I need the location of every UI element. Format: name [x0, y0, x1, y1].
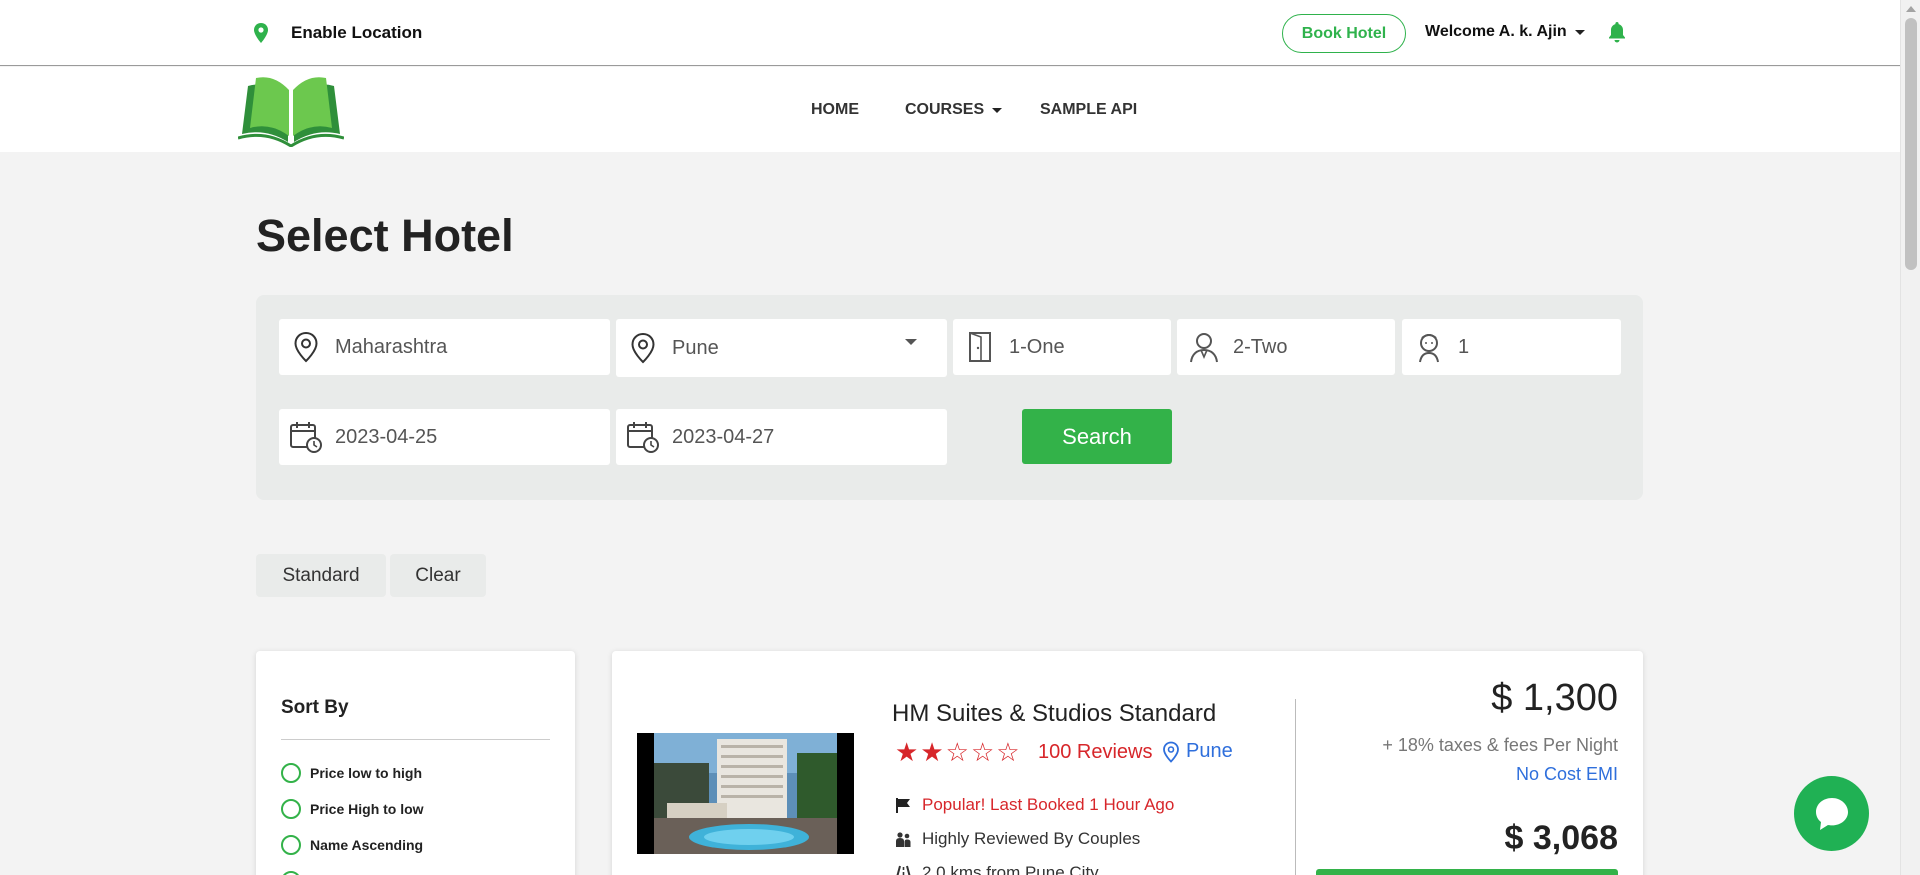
nav-home-label: HOME	[811, 101, 859, 118]
city-select[interactable]: Pune	[616, 319, 947, 377]
sort-panel: Sort By Price low to high Price High to …	[256, 651, 575, 875]
star-empty-icon: ☆	[945, 737, 969, 767]
chevron-down-icon	[992, 107, 1003, 113]
adults-field[interactable]: 2-Two	[1177, 319, 1395, 375]
reviews-link[interactable]: 100 Reviews	[1038, 741, 1153, 764]
page-scrollbar[interactable]	[1900, 0, 1920, 875]
children-value: 1	[1458, 335, 1470, 358]
book-logo[interactable]	[238, 72, 344, 147]
price-per-night: $ 1,300	[1491, 677, 1618, 719]
checkin-value: 2023-04-25	[335, 425, 438, 448]
scroll-up-icon[interactable]	[1906, 6, 1916, 12]
radio-button[interactable]	[281, 763, 301, 783]
reviewed-note: Highly Reviewed By Couples	[895, 829, 1140, 849]
scrollbar-thumb[interactable]	[1905, 18, 1917, 270]
couple-icon	[896, 831, 911, 847]
page-title: Select Hotel	[256, 210, 514, 261]
star-filled-icon: ★	[895, 737, 919, 767]
hotel-city-label: Pune	[1186, 740, 1233, 762]
popular-note: Popular! Last Booked 1 Hour Ago	[895, 795, 1174, 815]
emi-link[interactable]: No Cost EMI	[1516, 764, 1618, 785]
user-menu[interactable]: Welcome A. k. Ajin	[1425, 23, 1585, 41]
top-bar: Enable Location Book Hotel Welcome A. k.…	[0, 0, 1900, 66]
checkin-field[interactable]: 2023-04-25	[279, 409, 610, 465]
welcome-text: Welcome A. k. Ajin	[1425, 23, 1567, 40]
star-empty-icon: ☆	[996, 737, 1020, 767]
rooms-value: 1-One	[1009, 335, 1065, 358]
hotel-photo[interactable]	[637, 733, 854, 854]
chat-icon	[1815, 797, 1848, 830]
map-pin-icon	[1163, 741, 1179, 763]
calendar-icon	[290, 422, 322, 453]
nav-sample-api-label: SAMPLE API	[1040, 101, 1138, 118]
state-field[interactable]: Maharashtra	[279, 319, 610, 375]
bell-icon[interactable]	[1607, 21, 1627, 43]
child-icon	[1419, 334, 1439, 363]
main-navbar: HOME COURSES SAMPLE API	[0, 67, 1900, 152]
nav-home[interactable]: HOME	[811, 101, 859, 119]
sort-option-price-low-high[interactable]: Price low to high	[281, 763, 422, 783]
filter-chip-standard[interactable]: Standard	[256, 554, 386, 597]
sort-option-label: Price High to low	[310, 801, 424, 817]
taxes-note: + 18% taxes & fees Per Night	[1382, 735, 1618, 755]
children-field[interactable]: 1	[1402, 319, 1621, 375]
map-pin-icon	[631, 332, 655, 364]
chat-button[interactable]	[1794, 776, 1869, 851]
divider	[1295, 699, 1296, 875]
radio-button[interactable]	[281, 799, 301, 819]
popular-text: Popular! Last Booked 1 Hour Ago	[922, 795, 1175, 814]
sort-option-name-ascending[interactable]: Name Ascending	[281, 835, 423, 855]
enable-location-link[interactable]: Enable Location	[291, 23, 422, 43]
nav-courses-label: COURSES	[905, 101, 985, 118]
book-hotel-button[interactable]: Book Hotel	[1282, 14, 1406, 53]
map-pin-icon	[254, 23, 268, 43]
sort-option-label: Name Ascending	[310, 837, 424, 853]
filter-chip-clear[interactable]: Clear	[390, 554, 486, 597]
checkout-field[interactable]: 2023-04-27	[616, 409, 947, 465]
search-button[interactable]: Search	[1022, 409, 1172, 464]
city-value: Pune	[672, 336, 719, 359]
star-empty-icon: ☆	[970, 737, 995, 767]
star-rating: ★ ★ ☆ ☆ ☆	[895, 739, 1020, 765]
hotel-city[interactable]: Pune	[1162, 740, 1233, 763]
chevron-down-icon	[1574, 29, 1585, 35]
hotel-name[interactable]: HM Suites & Studios Standard	[892, 700, 1216, 728]
total-price: $ 3,068	[1504, 819, 1618, 857]
distance-note: 2.0 kms from Pune City	[895, 863, 1099, 875]
sort-option-label: Price low to high	[310, 765, 423, 781]
divider	[281, 739, 550, 740]
door-icon	[969, 331, 991, 362]
nav-sample-api[interactable]: SAMPLE API	[1040, 101, 1137, 119]
checkout-value: 2023-04-27	[672, 425, 775, 448]
chevron-down-icon	[905, 339, 917, 345]
map-pin-icon	[294, 331, 318, 363]
adult-icon	[1190, 333, 1218, 363]
flag-icon	[896, 797, 910, 813]
nav-courses[interactable]: COURSES	[905, 101, 1003, 119]
star-filled-icon: ★	[920, 737, 944, 767]
road-icon	[896, 865, 911, 875]
radio-button[interactable]	[281, 835, 301, 855]
calendar-icon	[627, 422, 659, 453]
reviewed-text: Highly Reviewed By Couples	[922, 829, 1141, 848]
state-value: Maharashtra	[335, 335, 448, 358]
sort-title: Sort By	[281, 697, 349, 718]
book-now-button[interactable]	[1316, 869, 1618, 875]
sort-option-price-high-low[interactable]: Price High to low	[281, 799, 424, 819]
radio-button[interactable]	[281, 871, 301, 875]
rooms-field[interactable]: 1-One	[953, 319, 1171, 375]
adults-value: 2-Two	[1233, 335, 1288, 358]
distance-text: 2.0 kms from Pune City	[922, 863, 1099, 875]
hotel-card: HM Suites & Studios Standard ★ ★ ☆ ☆ ☆ 1…	[612, 651, 1643, 875]
